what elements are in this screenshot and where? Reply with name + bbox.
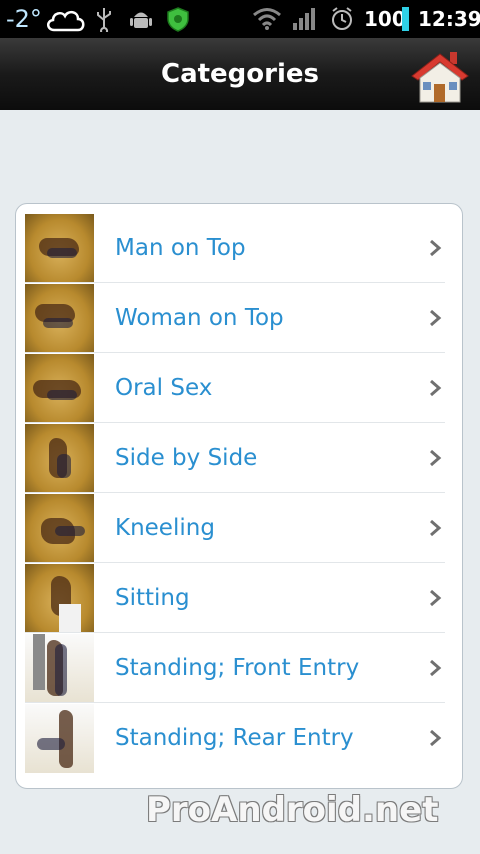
android-debug-icon bbox=[130, 0, 152, 38]
temperature: -2° bbox=[6, 5, 42, 33]
watermark: ProAndroid.net bbox=[146, 790, 439, 830]
chevron-right-icon bbox=[430, 659, 442, 677]
category-thumbnail bbox=[25, 353, 94, 423]
category-thumbnail bbox=[25, 703, 94, 773]
chevron-right-icon bbox=[430, 449, 442, 467]
status-bar: -2° 100 12:39 bbox=[0, 0, 480, 38]
chevron-right-icon bbox=[430, 239, 442, 257]
cloud-icon bbox=[44, 0, 86, 38]
category-row-standing-front-entry[interactable]: Standing; Front Entry bbox=[25, 633, 445, 703]
chevron-right-icon bbox=[430, 309, 442, 327]
signal-icon bbox=[292, 0, 318, 38]
category-row-woman-on-top[interactable]: Woman on Top bbox=[25, 283, 445, 353]
battery-icon bbox=[402, 0, 410, 38]
clock: 12:39 bbox=[418, 7, 480, 31]
alarm-icon bbox=[330, 0, 354, 38]
home-button[interactable] bbox=[410, 46, 470, 106]
battery-percent: 100 bbox=[364, 7, 406, 31]
category-thumbnail bbox=[25, 563, 94, 633]
title-bar: Categories bbox=[0, 38, 480, 110]
category-thumbnail bbox=[25, 633, 94, 703]
chevron-right-icon bbox=[430, 519, 442, 537]
usb-icon bbox=[94, 0, 114, 38]
category-label: Man on Top bbox=[115, 235, 246, 261]
category-row-oral-sex[interactable]: Oral Sex bbox=[25, 353, 445, 423]
page-title: Categories bbox=[160, 59, 319, 89]
category-thumbnail bbox=[25, 283, 94, 353]
category-label: Side by Side bbox=[115, 445, 258, 471]
category-row-kneeling[interactable]: Kneeling bbox=[25, 493, 445, 563]
category-label: Standing; Front Entry bbox=[115, 655, 360, 681]
chevron-right-icon bbox=[430, 729, 442, 747]
category-label: Standing; Rear Entry bbox=[115, 725, 354, 751]
category-list: Man on Top Woman on Top Oral Sex Side by… bbox=[15, 203, 463, 789]
category-thumbnail bbox=[25, 213, 94, 283]
category-label: Sitting bbox=[115, 585, 190, 611]
category-thumbnail bbox=[25, 423, 94, 493]
category-label: Oral Sex bbox=[115, 375, 213, 401]
shield-icon bbox=[166, 0, 190, 38]
category-row-standing-rear-entry[interactable]: Standing; Rear Entry bbox=[25, 703, 445, 773]
chevron-right-icon bbox=[430, 379, 442, 397]
wifi-icon bbox=[252, 0, 282, 38]
category-thumbnail bbox=[25, 493, 94, 563]
category-row-man-on-top[interactable]: Man on Top bbox=[25, 213, 445, 283]
chevron-right-icon bbox=[430, 589, 442, 607]
category-row-sitting[interactable]: Sitting bbox=[25, 563, 445, 633]
home-icon bbox=[411, 52, 469, 103]
category-label: Woman on Top bbox=[115, 305, 284, 331]
category-label: Kneeling bbox=[115, 515, 215, 541]
category-row-side-by-side[interactable]: Side by Side bbox=[25, 423, 445, 493]
